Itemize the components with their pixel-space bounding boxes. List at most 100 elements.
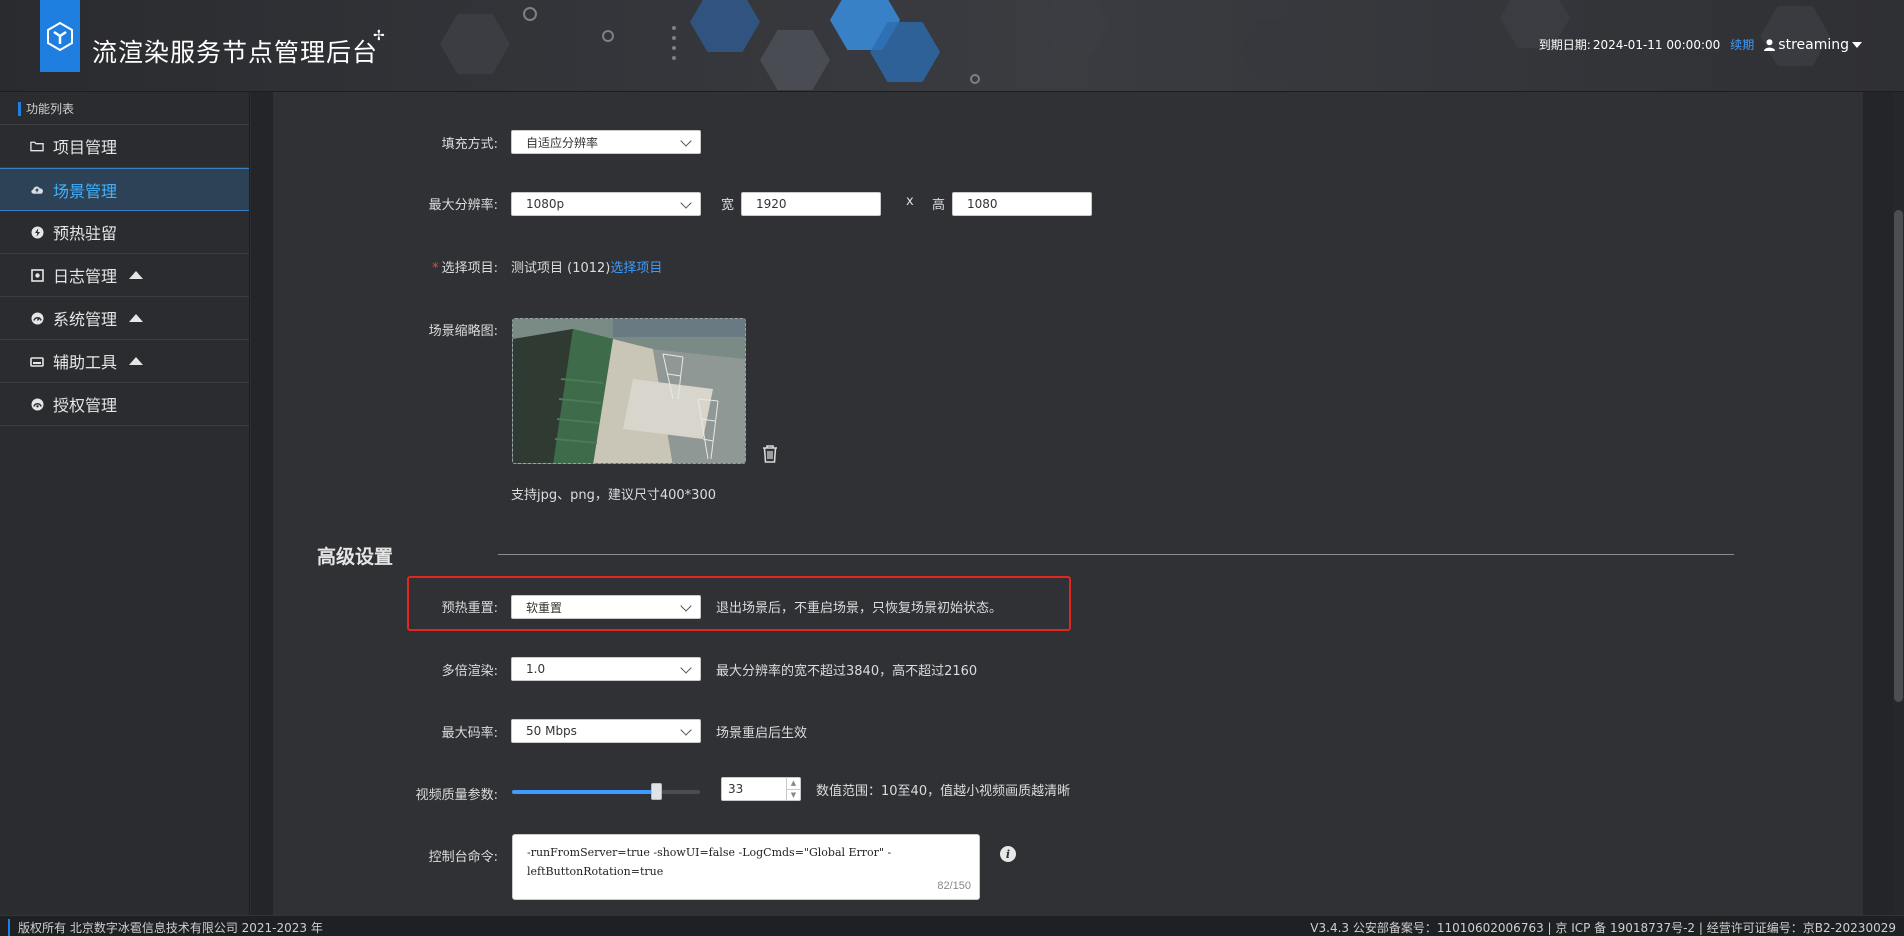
decor-dot [672,36,676,40]
max-resolution-label: 最大分辨率: [428,198,498,213]
decor-ring [523,7,537,21]
warm-reset-value: 软重置 [526,600,563,615]
decor-dot [672,26,676,30]
chevron-down-icon [680,197,692,209]
sidebar-item-label: 授权管理 [53,396,118,415]
select-project-link[interactable]: 选择项目 [610,261,662,276]
decrement-button[interactable]: ▼ [787,790,800,801]
multi-render-hint: 最大分辨率的宽不超过3840，高不超过2160 [716,664,978,679]
expiry-label: 到期日期: [1538,38,1591,52]
cloud-icon [30,183,44,197]
max-resolution-select[interactable]: 1080p [511,192,701,216]
project-label: * 选择项目: [380,257,498,276]
decor-hexagon [440,14,510,74]
multi-render-value: 1.0 [526,662,546,676]
app-logo[interactable] [40,0,80,72]
sidebar-item-aux-tools[interactable]: 辅助工具 [0,340,249,383]
section-divider [498,554,1734,555]
renew-link[interactable]: 续期 [1730,36,1754,53]
caret-up-icon [129,271,144,279]
console-cmd-value: -runFromServer=true -showUI=false -LogCm… [527,846,892,878]
chevron-down-icon [680,135,692,147]
scrollbar-thumb[interactable] [1894,210,1903,702]
title-sparkle-icon: ✢ [373,28,385,44]
console-cmd-textarea[interactable]: -runFromServer=true -showUI=false -LogCm… [512,834,980,900]
app-title: 流渲染服务节点管理后台 [92,38,379,67]
delete-thumbnail-button[interactable] [761,444,779,468]
project-name: 测试项目 (1012) [511,261,611,276]
decor-dot [672,46,676,50]
max-resolution-value: 1080p [526,197,565,211]
thumbnail-label: 场景缩略图: [428,324,498,339]
warm-reset-hint: 退出场景后，不重启场景，只恢复场景初始状态。 [716,601,1003,616]
sidebar-item-system-management[interactable]: 系统管理 [0,297,249,340]
height-label: 高 [932,198,946,213]
video-quality-stepper[interactable]: 33 ▲ ▼ [721,777,801,801]
chevron-down-icon [680,600,692,612]
multi-render-label: 多倍渲染: [441,664,498,679]
license-info-text: V3.4.3 公安部备案号：11010602006763 | 京 ICP 备 1… [1310,921,1896,935]
caret-down-icon [1852,41,1862,48]
sidebar-item-label: 预热驻留 [53,224,118,243]
sidebar-item-label: 场景管理 [53,181,118,201]
warm-reset-select[interactable]: 软重置 [511,595,701,619]
footer: 版权所有 北京数字冰雹信息技术有限公司 2021-2023 年 V3.4.3 公… [0,915,1904,936]
decor-ring [970,74,980,84]
required-mark: * [432,261,439,276]
sidebar-item-license-management[interactable]: 授权管理 [0,383,249,426]
max-bitrate-value: 50 Mbps [526,724,577,738]
sidebar-item-label: 系统管理 [53,310,118,329]
video-quality-label: 视频质量参数: [415,788,498,803]
copyright-text: 版权所有 北京数字冰雹信息技术有限公司 2021-2023 年 [8,919,323,936]
video-quality-slider[interactable] [512,783,700,800]
advanced-settings-title: 高级设置 [317,546,394,568]
bolt-icon [30,225,44,239]
char-counter: 82/150 [937,880,971,892]
slider-fill [512,790,656,794]
multi-render-select[interactable]: 1.0 [511,657,701,681]
sidebar: 功能列表 项目管理 场景管理 预热驻留 日志管理 系统管理 辅助工具 授权管理 [0,92,250,915]
user-icon [1764,38,1776,51]
height-input[interactable]: 1080 [952,192,1092,216]
thumbnail-hint: 支持jpg、png，建议尺寸400*300 [511,488,716,503]
max-bitrate-hint: 场景重启后生效 [716,726,808,741]
decor-hexagon [760,30,830,90]
project-value: 测试项目 (1012)选择项目 [511,257,662,276]
caret-up-icon [129,357,144,365]
decor-hexagon [690,0,760,52]
chevron-down-icon [680,724,692,736]
slider-handle[interactable] [651,783,662,800]
console-cmd-label: 控制台命令: [428,850,498,865]
user-menu[interactable]: streaming [1764,37,1862,53]
license-icon [30,397,44,411]
top-header: 流渲染服务节点管理后台 ✢ 到期日期: 2024-01-11 00:00:00 … [0,0,1904,92]
log-icon [30,268,44,282]
sidebar-item-scene-management[interactable]: 场景管理 [0,168,249,211]
fill-mode-select[interactable]: 自适应分辨率 [511,130,701,154]
max-bitrate-select[interactable]: 50 Mbps [511,719,701,743]
increment-button[interactable]: ▲ [787,778,800,790]
sidebar-item-warm-stay[interactable]: 预热驻留 [0,211,249,254]
username: streaming [1778,36,1849,53]
sidebar-caption: 功能列表 [0,92,249,125]
sidebar-item-project-management[interactable]: 项目管理 [0,125,249,168]
sidebar-item-label: 项目管理 [53,138,118,157]
chevron-down-icon [680,662,692,674]
scrollbar[interactable] [1893,92,1904,915]
decor-hexagon [1040,0,1110,54]
warm-reset-label: 预热重置: [441,601,498,616]
sidebar-caption-text: 功能列表 [26,101,75,116]
sidebar-item-label: 日志管理 [53,267,118,286]
folder-icon [30,139,44,153]
trash-icon [763,445,777,463]
video-quality-hint: 数值范围：10至40，值越小视频画质越清晰 [816,784,1071,799]
sidebar-item-label: 辅助工具 [53,353,118,372]
sidebar-item-log-management[interactable]: 日志管理 [0,254,249,297]
video-quality-value: 33 [728,782,744,796]
max-bitrate-label: 最大码率: [441,726,498,741]
info-icon[interactable]: i [1000,846,1016,862]
width-input[interactable]: 1920 [741,192,881,216]
scene-thumbnail-image[interactable] [512,318,746,464]
decor-dot [672,56,676,60]
decor-ring [602,30,614,42]
